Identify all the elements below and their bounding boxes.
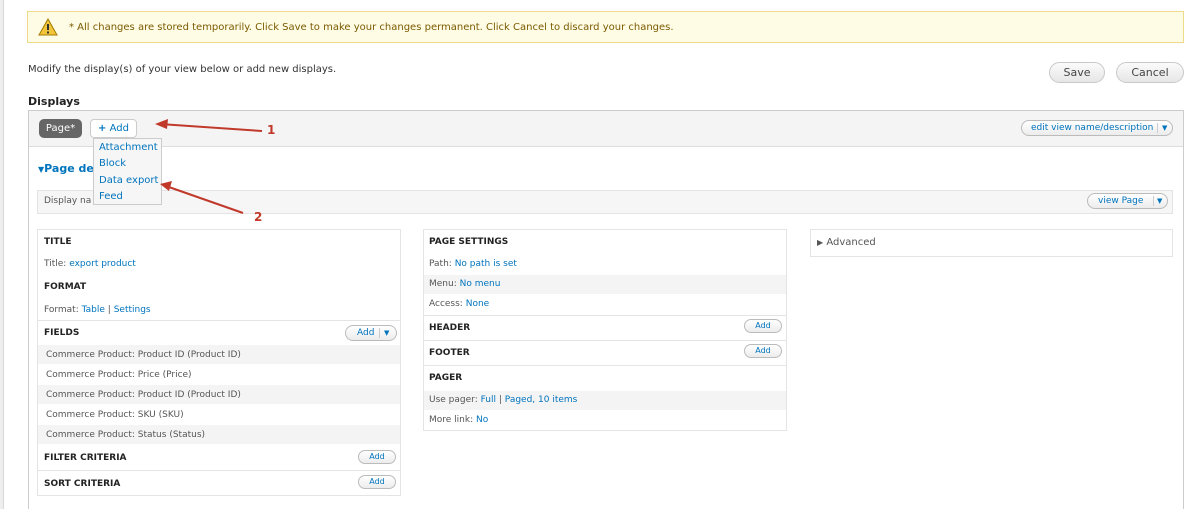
annotation-label-1: 1 xyxy=(267,123,276,137)
annotation-arrow-2 xyxy=(160,181,244,214)
annotation-arrow-1 xyxy=(155,119,263,132)
annotation-label-2: 2 xyxy=(254,210,263,224)
annotation-arrows xyxy=(155,119,263,214)
